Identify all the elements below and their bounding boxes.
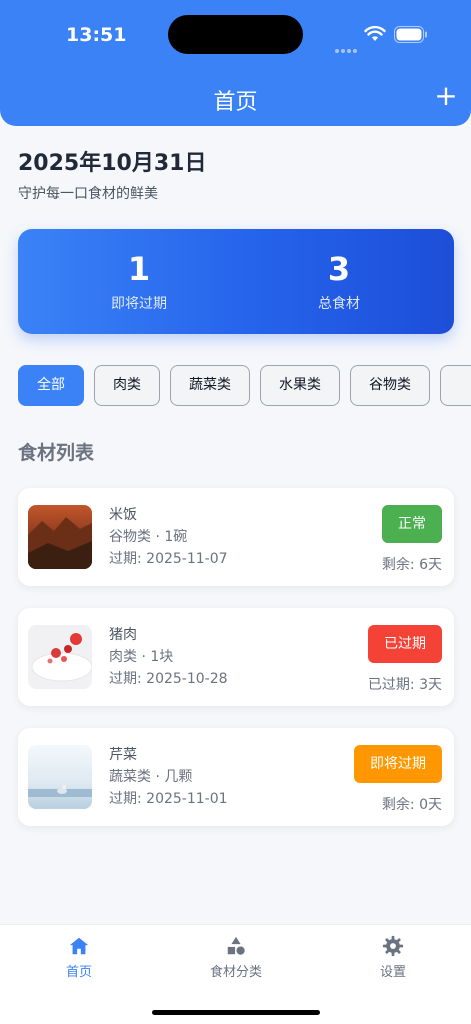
dynamic-island — [168, 15, 303, 54]
gear-icon — [382, 935, 404, 957]
filter-chip-fruit[interactable]: 水果类 — [260, 365, 340, 406]
tab-categories[interactable]: 食材分类 — [176, 935, 296, 980]
food-meta: 蔬菜类 · 几颗 — [109, 769, 193, 785]
status-badge: 已过期 — [368, 625, 442, 663]
stat-total-value: 3 — [327, 250, 351, 288]
tab-settings-label: 设置 — [379, 965, 406, 980]
status-badge: 正常 — [382, 505, 442, 543]
wifi-icon — [364, 26, 386, 41]
food-expiry: 过期: 2025-10-28 — [109, 671, 228, 687]
category-filter-bar: 全部 肉类 蔬菜类 水果类 谷物类 — [18, 365, 471, 406]
tab-categories-label: 食材分类 — [209, 965, 262, 980]
food-card[interactable]: 芹菜 蔬菜类 · 几颗 过期: 2025-11-01 即将过期 剩余: 0天 — [18, 728, 454, 826]
add-food-button[interactable]: + — [432, 80, 460, 112]
signal-icon — [335, 38, 359, 53]
status-badge: 即将过期 — [354, 745, 442, 783]
food-expiry: 过期: 2025-11-01 — [109, 791, 228, 807]
stat-total: 3 总食材 — [239, 249, 439, 313]
page-subtitle: 守护每一口食材的鲜美 — [18, 186, 158, 202]
food-name: 猪肉 — [109, 627, 137, 643]
food-meta: 肉类 · 1块 — [109, 649, 174, 665]
tab-settings[interactable]: 设置 — [333, 935, 453, 980]
food-info: 猪肉 肉类 · 1块 过期: 2025-10-28 — [109, 624, 228, 690]
food-expiry: 过期: 2025-11-07 — [109, 551, 228, 567]
remaining-days: 已过期: 3天 — [367, 677, 442, 693]
remaining-days: 剩余: 6天 — [381, 557, 442, 573]
food-card[interactable]: 米饭 谷物类 · 1碗 过期: 2025-11-07 正常 剩余: 6天 — [18, 488, 454, 586]
app-header: 13:51 首页 + — [0, 0, 471, 126]
stats-card: 1 即将过期 3 总食材 — [18, 229, 454, 334]
food-name: 芹菜 — [109, 747, 137, 763]
stat-expiring: 1 即将过期 — [39, 249, 239, 313]
battery-icon — [394, 26, 427, 43]
food-thumbnail — [28, 625, 92, 689]
stat-expiring-label: 即将过期 — [111, 296, 167, 312]
remaining-days: 剩余: 0天 — [381, 797, 442, 813]
food-thumbnail — [28, 745, 92, 809]
stat-total-label: 总食材 — [318, 296, 360, 312]
section-title: 食材列表 — [18, 442, 95, 464]
tab-home-label: 首页 — [65, 965, 92, 980]
food-card[interactable]: 猪肉 肉类 · 1块 过期: 2025-10-28 已过期 已过期: 3天 — [18, 608, 454, 706]
current-date: 2025年10月31日 — [18, 151, 207, 176]
tab-home[interactable]: 首页 — [19, 935, 139, 980]
food-thumbnail — [28, 505, 92, 569]
home-icon — [69, 937, 89, 955]
filter-chip-all[interactable]: 全部 — [18, 365, 84, 406]
filter-chip-meat[interactable]: 肉类 — [94, 365, 160, 406]
bottom-tab-bar: 首页 食材分类 设置 — [0, 924, 471, 1024]
stat-expiring-value: 1 — [127, 250, 151, 288]
status-time: 13:51 — [66, 24, 127, 46]
filter-chip-vegetable[interactable]: 蔬菜类 — [170, 365, 250, 406]
page-title: 首页 — [213, 90, 258, 115]
food-name: 米饭 — [109, 507, 137, 523]
home-indicator — [152, 1010, 320, 1015]
food-info: 米饭 谷物类 · 1碗 过期: 2025-11-07 — [109, 504, 228, 570]
filter-chip-grain[interactable]: 谷物类 — [350, 365, 430, 406]
filter-chip-more[interactable] — [440, 365, 471, 406]
food-info: 芹菜 蔬菜类 · 几颗 过期: 2025-11-01 — [109, 744, 228, 810]
food-meta: 谷物类 · 1碗 — [109, 529, 188, 545]
category-shapes-icon — [227, 936, 245, 955]
